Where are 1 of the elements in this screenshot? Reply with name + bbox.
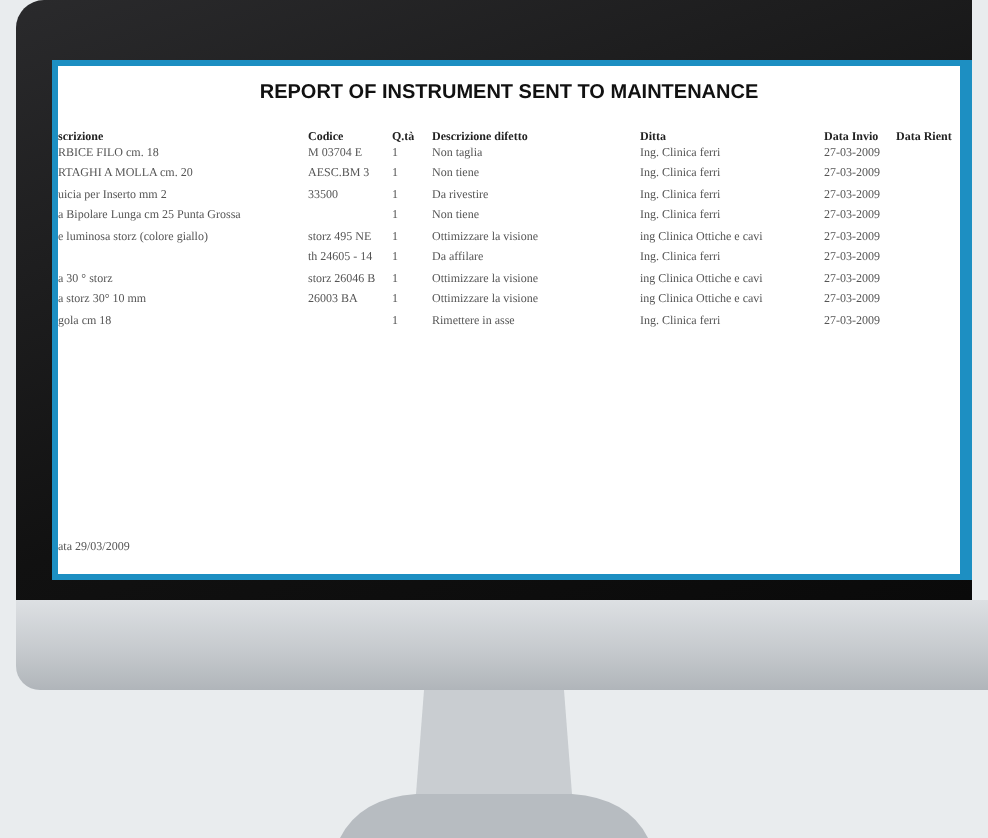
report-title: REPORT OF INSTRUMENT SENT TO MAINTENANCE (257, 82, 761, 104)
